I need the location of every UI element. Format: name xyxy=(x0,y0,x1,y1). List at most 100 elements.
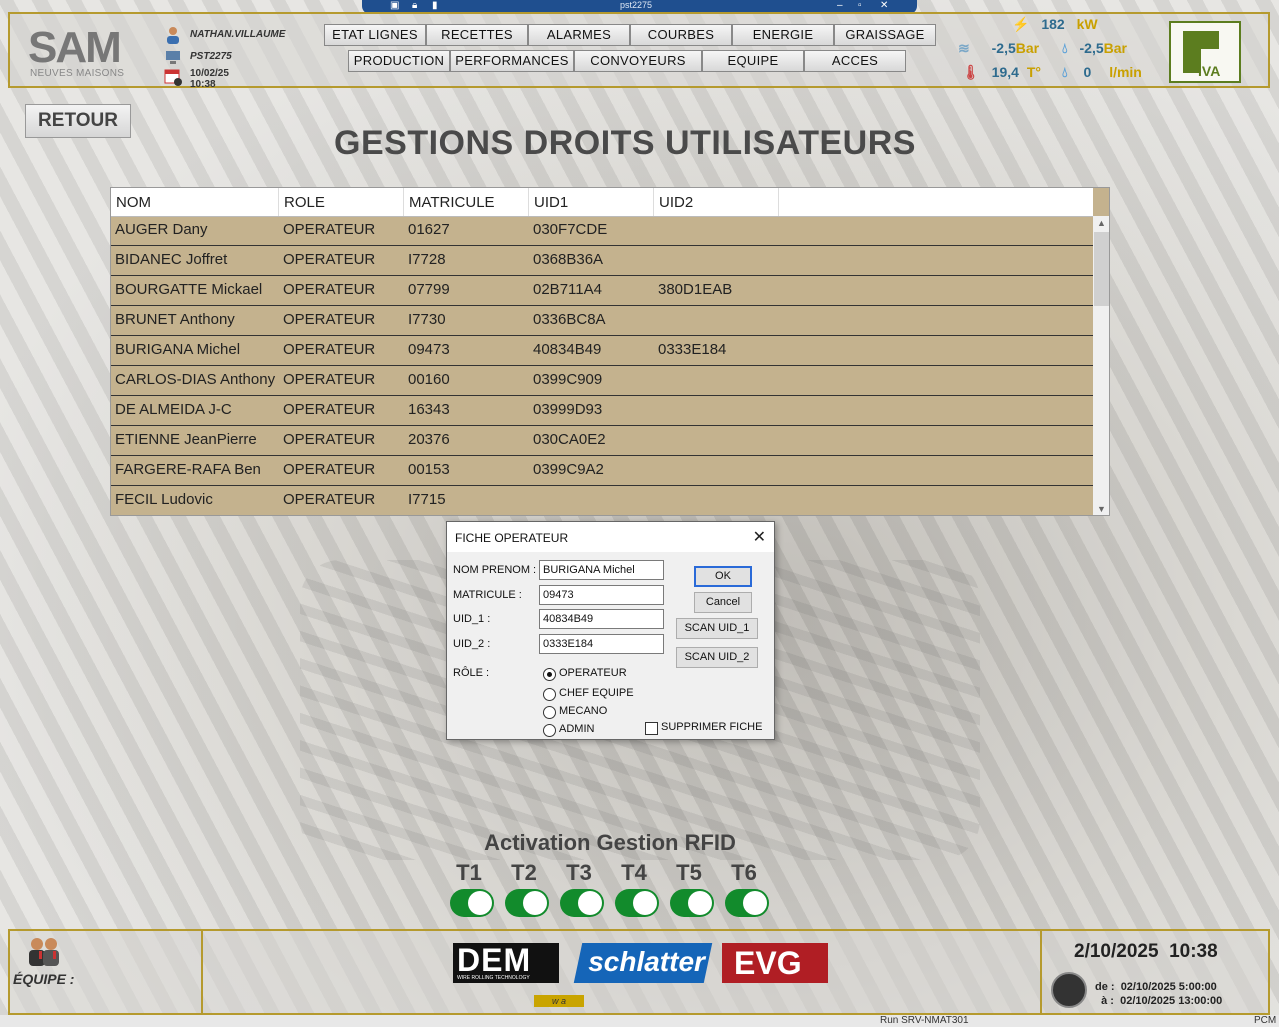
status-bar: Run SRV-NMAT301 PCM xyxy=(0,1015,1279,1027)
nom-label: NOM PRENOM : xyxy=(453,564,537,576)
rfid-toggle-t1[interactable] xyxy=(450,889,494,917)
flow-value: 0 xyxy=(1083,64,1092,80)
computer-icon xyxy=(166,51,180,64)
water-pressure-metric: 💧︎ -2,5Bar xyxy=(1062,40,1127,57)
scroll-thumb[interactable] xyxy=(1094,232,1109,306)
table-scrollbar[interactable]: ▲ ▼ xyxy=(1093,216,1109,515)
minimize-icon[interactable]: – xyxy=(837,0,843,12)
dem-logo-subtitle: WIRE ROLLING TECHNOLOGY xyxy=(457,975,530,981)
table-row[interactable]: DE ALMEIDA J-C OPERATEUR 16343 03999D93 xyxy=(111,396,1093,426)
nav-energie[interactable]: ENERGIE xyxy=(732,24,834,46)
table-row[interactable]: FECIL Ludovic OPERATEUR I7715 xyxy=(111,486,1093,515)
rfid-toggle-t4[interactable] xyxy=(615,889,659,917)
table-row[interactable]: BIDANEC Joffret OPERATEUR I7728 0368B36A xyxy=(111,246,1093,276)
nav-alarmes[interactable]: ALARMES xyxy=(528,24,630,46)
uid1-field[interactable]: 40834B49 xyxy=(539,609,664,629)
nav-convoyeurs[interactable]: CONVOYEURS xyxy=(574,50,702,72)
signal-icon: ▮ xyxy=(432,0,438,11)
table-row[interactable]: BOURGATTE Mickael OPERATEUR 07799 02B711A4 3… xyxy=(111,276,1093,306)
nav-etat-lignes[interactable]: ETAT LIGNES xyxy=(324,24,426,46)
cell-uid1: 03999D93 xyxy=(533,401,603,418)
cell-nom: ETIENNE JeanPierre xyxy=(115,431,257,448)
shift-times: de : 02/10/2025 5:00:00 à : 02/10/2025 1… xyxy=(1095,980,1222,1008)
rfid-terminal-label: T4 xyxy=(621,860,647,885)
toggle-knob[interactable] xyxy=(688,891,712,915)
scroll-down-arrow[interactable]: ▼ xyxy=(1093,502,1109,515)
footer-divider xyxy=(1040,931,1042,1013)
cell-matricule: 09473 xyxy=(408,341,450,358)
table-row[interactable]: AUGER Dany OPERATEUR 01627 030F7CDE xyxy=(111,216,1093,246)
uid2-field[interactable]: 0333E184 xyxy=(539,634,664,654)
toggle-knob[interactable] xyxy=(523,891,547,915)
column-header-role[interactable]: ROLE xyxy=(279,188,404,216)
temperature-value: 19,4 xyxy=(991,64,1019,80)
cell-nom: AUGER Dany xyxy=(115,221,208,238)
station-name: PST2275 xyxy=(190,51,232,62)
a-label: à : xyxy=(1101,995,1114,1007)
back-button[interactable]: RETOUR xyxy=(25,104,131,138)
nav-courbes[interactable]: COURBES xyxy=(630,24,732,46)
ok-button[interactable]: OK xyxy=(694,566,752,587)
table-row[interactable]: FARGERE-RAFA Ben OPERATEUR 00153 0399C9A2 xyxy=(111,456,1093,486)
table-row[interactable]: CARLOS-DIAS Anthony OPERATEUR 00160 0399C90… xyxy=(111,366,1093,396)
rfid-toggle-t5[interactable] xyxy=(670,889,714,917)
close-window-icon[interactable]: ✕ xyxy=(880,0,888,12)
role-label: RÔLE : xyxy=(453,667,490,679)
window-title: pst2275 xyxy=(620,0,653,10)
column-header-matricule[interactable]: MATRICULE xyxy=(404,188,529,216)
users-table: NOM ROLE MATRICULE UID1 UID2 AUGER Dany O… xyxy=(110,187,1110,516)
cell-uid1: 0368B36A xyxy=(533,251,604,268)
cell-role: OPERATEUR xyxy=(283,251,376,268)
cell-role: OPERATEUR xyxy=(283,221,376,238)
nav-acces[interactable]: ACCES xyxy=(804,50,906,72)
nav-equipe[interactable]: EQUIPE xyxy=(702,50,804,72)
calendar-clock-icon xyxy=(164,69,182,86)
radio-indicator[interactable] xyxy=(543,668,556,681)
scan-uid2-button[interactable]: SCAN UID_2 xyxy=(676,647,758,668)
flow-metric: 💧︎ 0 l/min xyxy=(1062,64,1142,81)
radio-indicator[interactable] xyxy=(543,688,556,701)
cancel-button[interactable]: Cancel xyxy=(694,592,752,613)
rfid-toggle-t2[interactable] xyxy=(505,889,549,917)
radio-indicator[interactable] xyxy=(543,706,556,719)
close-icon[interactable]: ✕ xyxy=(753,527,766,547)
uid1-label: UID_1 : xyxy=(453,613,491,625)
cell-role: OPERATEUR xyxy=(283,401,376,418)
toggle-knob[interactable] xyxy=(633,891,657,915)
column-header-nom[interactable]: NOM xyxy=(111,188,279,216)
de-value: 02/10/2025 5:00:00 xyxy=(1120,981,1217,993)
footer-bar: ÉQUIPE : DEM WIRE ROLLING TECHNOLOGY sch… xyxy=(8,929,1270,1015)
toggle-knob[interactable] xyxy=(743,891,767,915)
column-header-uid2[interactable]: UID2 xyxy=(654,188,779,216)
nav-performances[interactable]: PERFORMANCES xyxy=(450,50,574,72)
toggle-knob[interactable] xyxy=(578,891,602,915)
column-header-uid1[interactable]: UID1 xyxy=(529,188,654,216)
cell-uid1: 030CA0E2 xyxy=(533,431,606,448)
rfid-toggle-t6[interactable] xyxy=(725,889,769,917)
nav-graissage[interactable]: GRAISSAGE xyxy=(834,24,936,46)
status-right-text: PCM xyxy=(1254,1015,1277,1026)
nav-recettes[interactable]: RECETTES xyxy=(426,24,528,46)
checkbox-box[interactable] xyxy=(645,722,658,735)
wind-icon: ≋ xyxy=(958,40,970,56)
lock-icon: 🔒︎ xyxy=(412,0,418,11)
table-row[interactable]: BURIGANA Michel OPERATEUR 09473 40834B49 033… xyxy=(111,336,1093,366)
cell-role: OPERATEUR xyxy=(283,281,376,298)
toggle-knob[interactable] xyxy=(468,891,492,915)
nav-production[interactable]: PRODUCTION xyxy=(348,50,450,72)
header-date: 10/02/25 xyxy=(190,68,229,79)
nom-field[interactable]: BURIGANA Michel xyxy=(539,560,664,580)
rfid-toggle-t3[interactable] xyxy=(560,889,604,917)
scan-uid1-button[interactable]: SCAN UID_1 xyxy=(676,618,758,639)
table-row[interactable]: ETIENNE JeanPierre OPERATEUR 20376 030CA0E2 xyxy=(111,426,1093,456)
rfid-terminal-label: T5 xyxy=(676,860,702,885)
dem-logo-text: DEM xyxy=(457,942,532,978)
table-row[interactable]: BRUNET Anthony OPERATEUR I7730 0336BC8A xyxy=(111,306,1093,336)
app-icon: ▣ xyxy=(390,0,400,11)
radio-indicator[interactable] xyxy=(543,724,556,737)
user-icon xyxy=(167,27,179,44)
air-pressure-value: -2,5 xyxy=(991,40,1016,56)
matricule-field[interactable]: 09473 xyxy=(539,585,664,605)
scroll-up-arrow[interactable]: ▲ xyxy=(1093,216,1109,230)
restore-icon[interactable]: ▫ xyxy=(858,0,862,12)
